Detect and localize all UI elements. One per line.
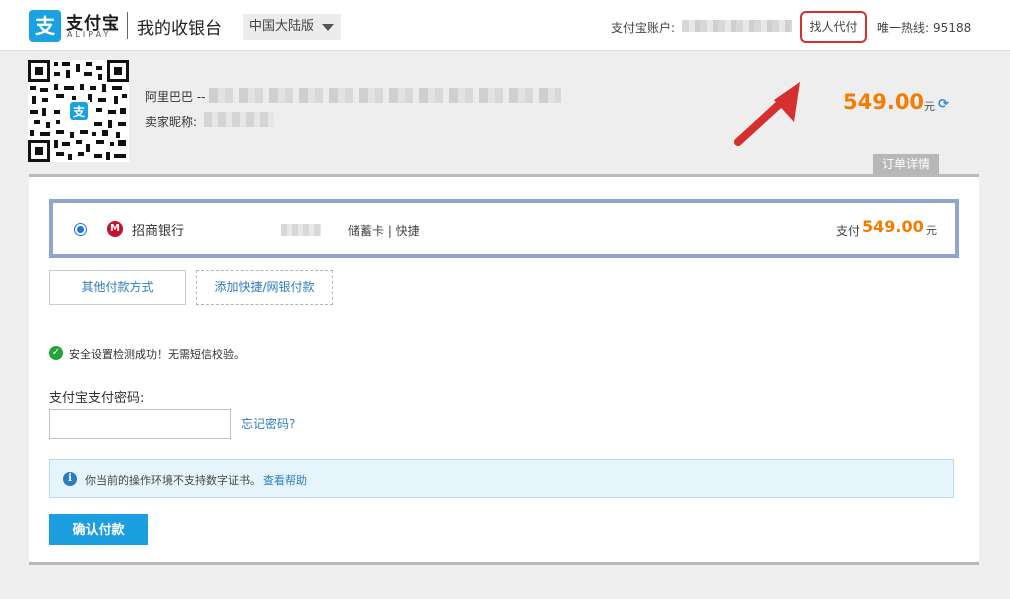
merchant-name-redacted xyxy=(209,88,561,103)
logo-divider xyxy=(127,12,128,39)
cmb-bank-icon: M xyxy=(107,221,123,237)
notice-text-wrap: 你当前的操作环境不支持数字证书。 查看帮助 xyxy=(85,472,307,488)
svg-text:支: 支 xyxy=(72,104,86,119)
payment-panel: M 招商银行 储蓄卡 | 快捷 支付 549.00 元 其他付款方式 添加快捷/… xyxy=(29,174,979,565)
pay-currency: 元 xyxy=(926,224,937,237)
hotline: 唯一热线: 95188 xyxy=(877,19,971,36)
password-input[interactable] xyxy=(49,409,231,439)
logo-text-en: ALIPAY xyxy=(67,30,112,39)
order-currency: 元 xyxy=(924,100,935,113)
region-select[interactable]: 中国大陆版 xyxy=(243,14,341,40)
hotline-label: 唯一热线: xyxy=(877,21,930,35)
seller-nickname-redacted xyxy=(204,112,274,127)
order-detail-tab[interactable]: 订单详情 xyxy=(873,154,939,174)
selected-bank-card[interactable]: M 招商银行 储蓄卡 | 快捷 支付 549.00 元 xyxy=(49,199,959,258)
confirm-payment-button[interactable]: 确认付款 xyxy=(49,514,148,545)
chevron-down-icon xyxy=(322,24,334,31)
security-success-message: 安全设置检测成功！无需短信校验。 xyxy=(69,348,245,361)
top-header: 支 支付宝 ALIPAY 我的收银台 中国大陆版 支付宝账户: 找人代付 唯一热… xyxy=(0,0,1010,51)
bank-name: 招商银行 xyxy=(132,224,185,239)
account-label: 支付宝账户: xyxy=(611,21,676,35)
annotation-arrow-icon xyxy=(734,82,800,146)
certificate-notice: i 你当前的操作环境不支持数字证书。 查看帮助 xyxy=(49,459,954,498)
hotline-number: 95188 xyxy=(933,21,972,35)
info-icon: i xyxy=(63,472,77,486)
seller-nickname-label: 卖家昵称: xyxy=(145,115,198,129)
notice-text: 你当前的操作环境不支持数字证书。 xyxy=(85,474,261,487)
pay-amount: 549.00 xyxy=(862,217,924,236)
add-payment-button[interactable]: 添加快捷/网银付款 xyxy=(196,270,333,305)
qr-code-icon[interactable]: 支 xyxy=(28,60,129,162)
card-type: 储蓄卡 | 快捷 xyxy=(348,224,420,238)
help-link[interactable]: 查看帮助 xyxy=(263,474,307,487)
region-label: 中国大陆版 xyxy=(249,19,315,34)
alipay-logo-icon[interactable]: 支 xyxy=(29,10,61,42)
page-title: 我的收银台 xyxy=(137,19,222,39)
forgot-password-link[interactable]: 忘记密码? xyxy=(241,415,295,432)
card-number-redacted xyxy=(281,224,321,236)
password-label: 支付宝支付密码: xyxy=(49,391,145,406)
other-payment-button[interactable]: 其他付款方式 xyxy=(49,270,186,305)
bank-radio[interactable] xyxy=(74,223,87,236)
pay-label: 支付 xyxy=(836,224,861,238)
proxy-pay-button[interactable]: 找人代付 xyxy=(800,11,867,43)
refresh-icon[interactable]: ⟳ xyxy=(938,97,949,112)
check-icon: ✓ xyxy=(49,346,63,360)
account-value-redacted xyxy=(682,20,792,32)
merchant-name-label: 阿里巴巴 -- xyxy=(145,90,206,104)
order-amount: 549.00 xyxy=(843,90,925,114)
